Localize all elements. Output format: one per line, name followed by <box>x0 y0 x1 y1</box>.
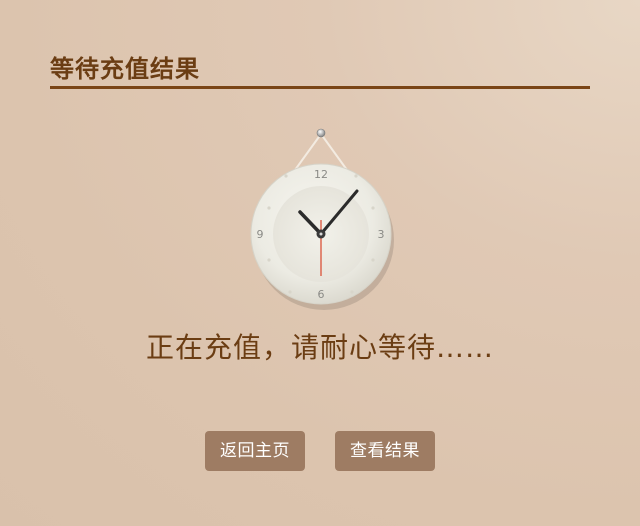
numeral-12: 12 <box>314 168 328 181</box>
numeral-9: 9 <box>257 228 264 241</box>
view-result-button[interactable]: 查看结果 <box>335 431 435 471</box>
status-message: 正在充值，请耐心等待…… <box>145 331 494 364</box>
page-title: 等待充值结果 <box>50 55 200 83</box>
return-home-button[interactable]: 返回主页 <box>205 431 305 471</box>
wall-pin <box>316 128 326 138</box>
wall-clock-icon: 12 3 6 9 <box>240 120 404 320</box>
numeral-3: 3 <box>378 228 385 241</box>
hand-pivot-center <box>319 232 323 236</box>
page-header: 等待充值结果 <box>50 52 590 89</box>
numeral-6: 6 <box>318 288 325 301</box>
